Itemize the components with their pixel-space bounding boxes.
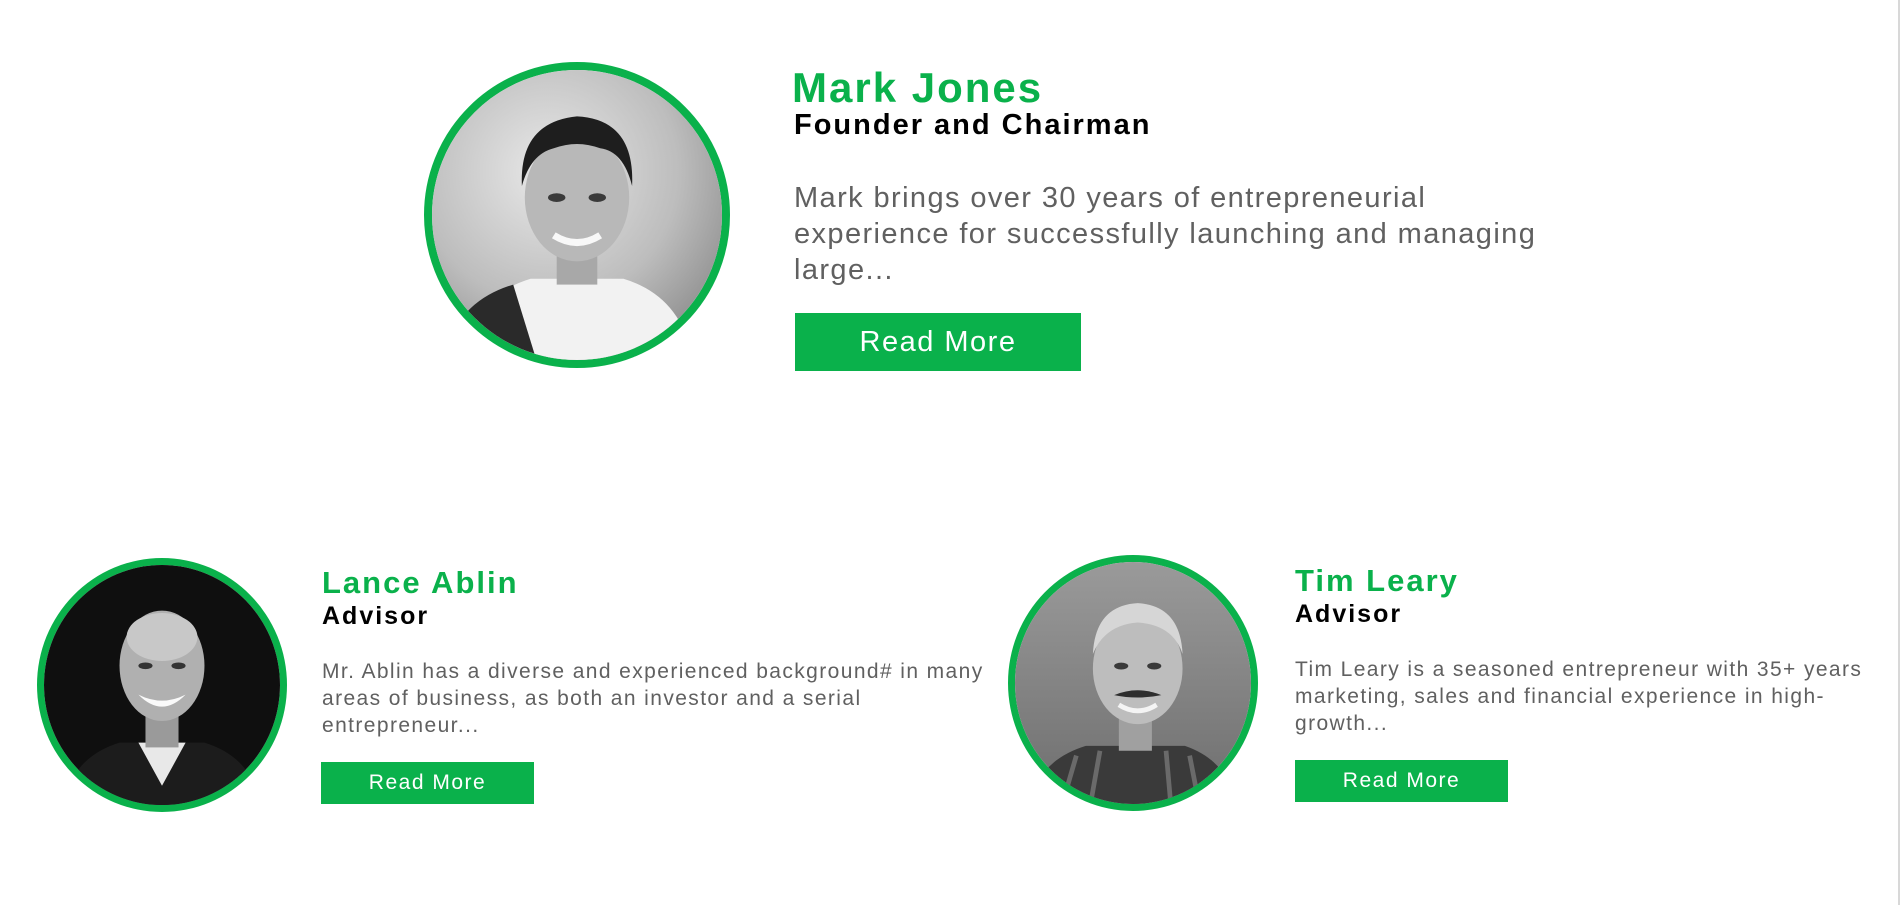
member-name: Tim Leary — [1295, 563, 1459, 598]
read-more-button[interactable]: Read More — [1295, 760, 1508, 802]
member-bio: Mr. Ablin has a diverse and experienced … — [322, 660, 984, 737]
read-more-button[interactable]: Read More — [321, 762, 534, 804]
member-bio: Mark brings over 30 years of entrepreneu… — [794, 182, 1537, 286]
member-role: Advisor — [322, 602, 430, 630]
avatar — [37, 558, 287, 812]
member-role: Founder and Chairman — [794, 109, 1152, 141]
portrait-photo — [1015, 562, 1251, 804]
member-name: Mark Jones — [792, 64, 1044, 111]
member-name: Lance Ablin — [322, 565, 519, 600]
read-more-button[interactable]: Read More — [795, 313, 1081, 371]
avatar — [424, 62, 730, 368]
avatar — [1008, 555, 1258, 811]
member-bio: Tim Leary is a seasoned entrepreneur wit… — [1295, 658, 1863, 735]
portrait-photo — [432, 70, 722, 360]
team-section: Mark Jones Founder and Chairman Mark bri… — [0, 0, 1900, 905]
portrait-photo — [44, 565, 280, 805]
member-role: Advisor — [1295, 600, 1403, 628]
